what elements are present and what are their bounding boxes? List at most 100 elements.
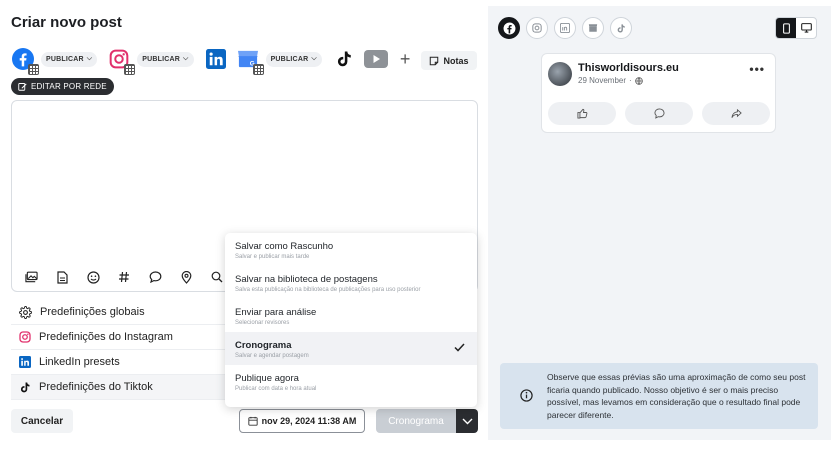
search-icon[interactable] xyxy=(210,270,224,284)
media-library-icon[interactable] xyxy=(24,270,38,284)
monitor-icon xyxy=(800,23,812,33)
share-icon xyxy=(730,108,742,118)
menu-item-description: Salvar e publicar mais tarde xyxy=(235,254,310,260)
menu-item-schedule[interactable]: Cronograma Salvar e agendar postagem xyxy=(225,332,477,365)
cancel-button[interactable]: Cancelar xyxy=(11,409,73,433)
schedule-button[interactable]: Cronograma xyxy=(376,409,456,433)
tab-tiktok[interactable] xyxy=(610,17,632,39)
menu-item-save-draft[interactable]: Salvar como Rascunho Salvar e publicar m… xyxy=(225,233,477,266)
menu-item-send-review[interactable]: Enviar para análise Selecionar revisores xyxy=(225,299,477,332)
comment-icon xyxy=(653,108,665,119)
hashtag-icon[interactable] xyxy=(117,270,131,284)
presets-list: Predefinições globais Predefinições do I… xyxy=(11,300,225,400)
notes-button[interactable]: Notas xyxy=(421,51,477,70)
post-actions xyxy=(548,102,770,125)
edit-per-network-button[interactable]: EDITAR POR REDE xyxy=(11,78,114,95)
emoji-icon[interactable] xyxy=(86,270,100,284)
tiktok-icon[interactable] xyxy=(332,47,356,71)
comment-icon[interactable] xyxy=(148,270,162,284)
more-options-icon[interactable]: ••• xyxy=(749,62,765,76)
notes-label: Notas xyxy=(443,55,469,66)
grid-badge-icon xyxy=(124,64,136,75)
grid-badge-icon xyxy=(252,64,264,75)
avatar xyxy=(548,62,572,86)
publish-options-menu: Salvar como Rascunho Salvar e publicar m… xyxy=(225,233,477,407)
facebook-publish-dropdown[interactable]: PUBLICAR ⌵ xyxy=(41,51,98,67)
preset-linkedin[interactable]: LinkedIn presets xyxy=(11,350,225,375)
menu-item-label: Salvar como Rascunho xyxy=(235,241,334,252)
google-business-publish-dropdown[interactable]: PUBLICAR ⌵ xyxy=(265,51,322,67)
edit-icon xyxy=(18,83,27,91)
google-business-icon[interactable]: G xyxy=(236,47,264,75)
linkedin-icon[interactable] xyxy=(204,47,228,71)
tab-linkedin[interactable] xyxy=(554,17,576,39)
preset-label: Predefinições globais xyxy=(40,306,145,318)
page-name: Thisworldisours.eu xyxy=(578,62,679,74)
share-button[interactable] xyxy=(702,102,770,125)
menu-item-label: Publique agora xyxy=(235,373,299,384)
network-selector: PUBLICAR ⌵ PUBLICAR ⌵ G PUBLICAR ⌵ + xyxy=(11,46,411,75)
calendar-icon xyxy=(248,416,258,426)
note-icon xyxy=(430,56,439,65)
like-button[interactable] xyxy=(548,102,616,125)
preset-instagram[interactable]: Predefinições do Instagram xyxy=(11,325,225,350)
preset-label: LinkedIn presets xyxy=(39,356,120,368)
youtube-icon[interactable] xyxy=(363,47,388,71)
thumbs-up-icon xyxy=(576,108,587,119)
location-icon[interactable] xyxy=(179,270,193,284)
linkedin-icon xyxy=(560,23,570,33)
preset-global[interactable]: Predefinições globais xyxy=(11,300,225,325)
menu-item-description: Selecionar revisores xyxy=(235,320,290,326)
chevron-down-icon: ⌵ xyxy=(183,55,189,62)
post-preview-panel: Thisworldisours.eu 29 November · ••• Obs… xyxy=(488,6,831,440)
preview-disclaimer: Observe que essas prévias são uma aproxi… xyxy=(500,363,818,429)
mobile-view-button[interactable] xyxy=(776,18,796,38)
preset-tiktok[interactable]: Predefinições do Tiktok xyxy=(11,375,225,400)
facebook-icon[interactable] xyxy=(11,47,39,75)
date-separator: · xyxy=(629,76,632,85)
edit-per-network-label: EDITAR POR REDE xyxy=(31,82,107,91)
menu-item-description: Salva esta publicação na biblioteca de p… xyxy=(235,287,421,293)
phone-icon xyxy=(782,22,790,34)
google-business-icon xyxy=(588,24,598,32)
menu-item-label: Enviar para análise xyxy=(235,307,317,318)
tiktok-icon xyxy=(20,382,30,392)
add-network-icon[interactable]: + xyxy=(400,50,411,68)
instagram-publish-dropdown[interactable]: PUBLICAR ⌵ xyxy=(137,51,194,67)
comment-button[interactable] xyxy=(625,102,693,125)
tiktok-icon xyxy=(617,23,625,33)
document-icon[interactable] xyxy=(55,270,69,284)
post-date: 29 November · xyxy=(578,76,643,85)
page-title: Criar novo post xyxy=(11,14,122,31)
menu-item-description: Salvar e agendar postagem xyxy=(235,353,309,359)
menu-item-publish-now[interactable]: Publique agora Publicar com data e hora … xyxy=(225,365,477,398)
instagram-icon[interactable] xyxy=(107,47,136,75)
tab-google-business[interactable] xyxy=(582,17,604,39)
menu-item-label: Salvar na biblioteca de postagens xyxy=(235,274,378,285)
schedule-options-toggle[interactable] xyxy=(456,409,478,433)
disclaimer-text: Observe que essas prévias são uma aproxi… xyxy=(547,372,806,420)
publish-label: PUBLICAR xyxy=(270,55,309,63)
desktop-view-button[interactable] xyxy=(796,18,816,38)
facebook-post-preview: Thisworldisours.eu 29 November · ••• xyxy=(541,53,776,133)
chevron-down-icon: ⌵ xyxy=(311,55,317,62)
grid-badge-icon xyxy=(28,64,39,75)
info-icon xyxy=(520,389,533,402)
editor-toolbar xyxy=(24,270,224,284)
menu-item-save-library[interactable]: Salvar na biblioteca de postagens Salva … xyxy=(225,266,477,299)
globe-icon xyxy=(634,76,643,85)
instagram-icon xyxy=(532,23,542,33)
linkedin-icon xyxy=(19,356,31,368)
post-editor: Criar novo post PUBLICAR ⌵ PUBLICAR ⌵ G PU… xyxy=(0,0,488,450)
instagram-icon xyxy=(19,331,31,343)
post-date-value: 29 November xyxy=(578,76,627,85)
chevron-down-icon xyxy=(462,418,472,424)
schedule-date-value: nov 29, 2024 11:38 AM xyxy=(261,416,357,426)
device-toggle xyxy=(775,17,817,39)
schedule-date-picker[interactable]: nov 29, 2024 11:38 AM xyxy=(239,409,365,433)
facebook-icon xyxy=(503,22,515,34)
tab-instagram[interactable] xyxy=(526,17,548,39)
gear-icon xyxy=(19,305,32,319)
tab-facebook[interactable] xyxy=(498,17,520,39)
check-icon xyxy=(454,343,465,352)
